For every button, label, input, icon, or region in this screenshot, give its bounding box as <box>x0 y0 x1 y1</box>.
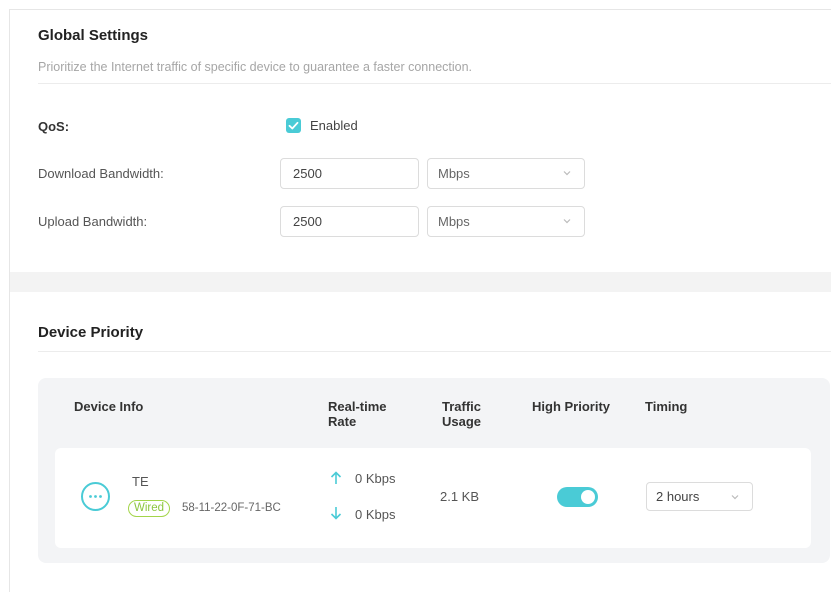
divider <box>38 351 831 352</box>
upload-bandwidth-input[interactable]: 2500 <box>280 206 419 237</box>
device-mac: 58-11-22-0F-71-BC <box>182 502 281 514</box>
upload-unit-select[interactable]: Mbps <box>427 206 585 237</box>
section-separator <box>10 272 831 292</box>
chevron-down-icon <box>563 171 571 176</box>
column-header-device-info: Device Info <box>74 399 144 414</box>
chevron-down-icon <box>731 495 739 500</box>
qos-settings-panel: Global Settings Prioritize the Internet … <box>9 9 831 592</box>
column-header-timing: Timing <box>645 399 688 414</box>
high-priority-toggle[interactable] <box>557 487 598 507</box>
more-dots-icon <box>81 482 110 511</box>
download-bandwidth-label: Download Bandwidth: <box>38 166 164 181</box>
download-unit-value: Mbps <box>438 166 470 181</box>
upload-rate: 0 Kbps <box>355 471 396 486</box>
check-icon <box>288 121 299 130</box>
traffic-usage: 2.1 KB <box>440 489 480 504</box>
global-settings-subtitle: Prioritize the Internet traffic of speci… <box>38 60 473 74</box>
column-header-high-priority: High Priority <box>532 399 611 414</box>
column-header-traffic-usage-line1: Traffic <box>442 399 482 414</box>
device-name: TE <box>132 474 149 489</box>
connection-type-badge: Wired <box>128 500 171 517</box>
column-header-traffic-usage: Traffic Usage <box>442 399 481 429</box>
global-settings-title: Global Settings <box>38 27 149 44</box>
divider <box>38 83 831 84</box>
download-bandwidth-input[interactable]: 2500 <box>280 158 419 189</box>
timing-select[interactable]: 2 hours <box>646 482 753 511</box>
download-unit-select[interactable]: Mbps <box>427 158 585 189</box>
timing-value: 2 hours <box>656 489 700 504</box>
qos-enabled-label: Enabled <box>310 118 358 133</box>
device-priority-title: Device Priority <box>38 324 144 341</box>
toggle-knob <box>581 490 595 504</box>
arrow-down-icon <box>330 507 342 520</box>
column-header-realtime-rate: Real-time Rate <box>328 399 387 429</box>
chevron-down-icon <box>563 219 571 224</box>
upload-unit-value: Mbps <box>438 214 470 229</box>
column-header-traffic-usage-line2: Usage <box>442 414 482 429</box>
table-row: TE Wired 58-11-22-0F-71-BC 0 Kbps 0 Kbps… <box>55 448 811 548</box>
column-header-realtime-rate-line2: Rate <box>328 414 357 429</box>
upload-bandwidth-label: Upload Bandwidth: <box>38 214 148 229</box>
qos-label: QoS: <box>38 119 70 134</box>
download-rate: 0 Kbps <box>355 507 396 522</box>
arrow-up-icon <box>330 471 342 484</box>
device-priority-table: Device Info Real-time Rate Traffic Usage… <box>38 378 830 563</box>
column-header-realtime-rate-line1: Real-time <box>328 399 387 414</box>
qos-enabled-checkbox[interactable] <box>286 118 301 133</box>
